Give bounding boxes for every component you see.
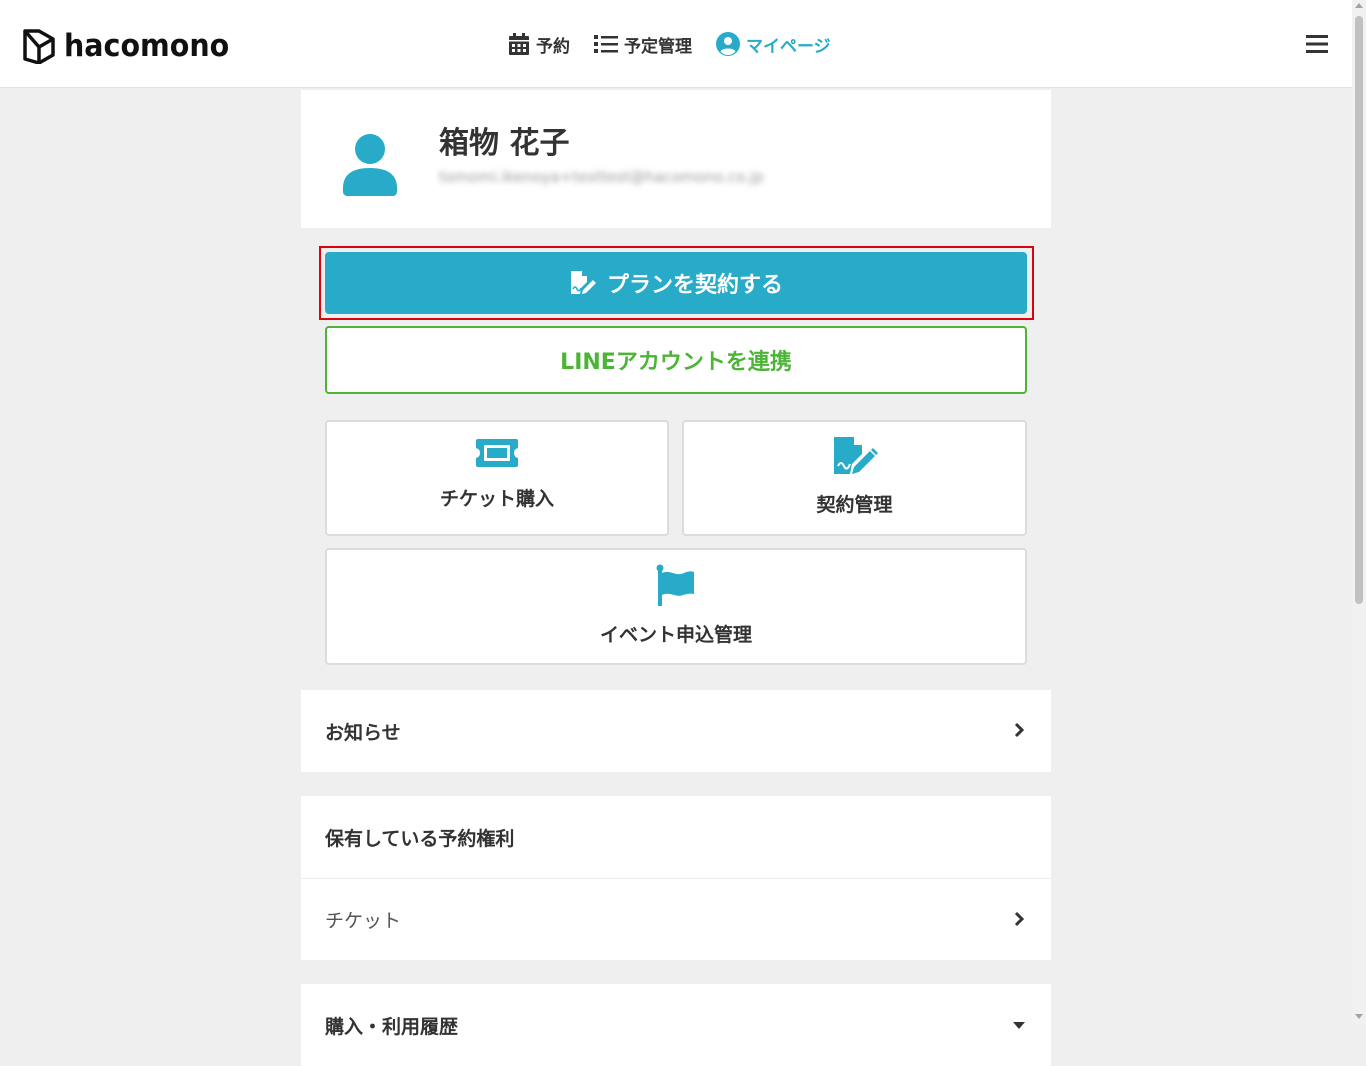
contract-plan-label: プランを契約する — [606, 273, 783, 298]
ticket-purchase-tile[interactable]: チケット購入 — [325, 420, 669, 536]
ticket-icon — [476, 439, 518, 467]
line-link-label: LINEアカウントを連携 — [560, 350, 792, 375]
history-section: 購入・利用履歴 — [301, 984, 1051, 1066]
nav-reservation-label: 予約 — [536, 36, 570, 57]
news-section: お知らせ — [301, 690, 1051, 772]
contract-management-label: 契約管理 — [816, 494, 893, 516]
scroll-up-arrow-icon[interactable] — [1355, 3, 1363, 8]
line-link-button[interactable]: LINEアカウントを連携 — [325, 326, 1027, 394]
flag-icon — [656, 564, 694, 606]
chevron-right-icon — [1014, 722, 1024, 738]
list-item-ticket[interactable]: チケット — [301, 878, 1051, 960]
ticket-purchase-label: チケット購入 — [439, 488, 554, 510]
logo-text: hacomono — [64, 28, 230, 64]
nav-mypage[interactable]: マイページ — [716, 32, 831, 57]
holdings-title-row: 保有している予約権利 — [301, 796, 1051, 878]
holdings-section: 保有している予約権利 チケット — [301, 796, 1051, 960]
holdings-title: 保有している予約権利 — [325, 827, 515, 850]
profile-card: 箱物 花子 tomomi.ikenoya+testtest@hacomono.c… — [301, 90, 1051, 228]
nav-mypage-label: マイページ — [746, 36, 831, 57]
list-icon — [594, 35, 618, 53]
hamburger-icon — [1306, 35, 1328, 53]
contract-icon — [833, 437, 878, 474]
nav-schedule[interactable]: 予定管理 — [594, 32, 692, 57]
user-name: 箱物 花子 — [439, 126, 570, 161]
event-application-label: イベント申込管理 — [599, 624, 752, 646]
event-application-tile[interactable]: イベント申込管理 — [325, 548, 1027, 665]
hacomono-logo-icon — [23, 29, 55, 64]
chevron-right-icon — [1014, 911, 1024, 927]
list-item-ticket-label: チケット — [325, 910, 402, 932]
nav-reservation[interactable]: 予約 — [508, 32, 570, 57]
history-title: 購入・利用履歴 — [325, 1015, 459, 1038]
hacomono-logo[interactable]: hacomono — [22, 26, 244, 66]
contract-plan-button[interactable]: プランを契約する — [325, 252, 1027, 314]
news-label: お知らせ — [325, 721, 401, 744]
avatar-icon — [343, 134, 397, 196]
global-nav: 予約 予定管理 マイページ — [508, 30, 855, 58]
page-scrollbar[interactable] — [1352, 0, 1366, 1024]
calendar-icon — [509, 33, 529, 55]
hamburger-menu-button[interactable] — [1305, 33, 1329, 55]
nav-schedule-label: 予定管理 — [624, 36, 692, 57]
mypage-content: 箱物 花子 tomomi.ikenoya+testtest@hacomono.c… — [301, 90, 1051, 1066]
news-row[interactable]: お知らせ — [301, 690, 1051, 772]
history-row[interactable]: 購入・利用履歴 — [301, 984, 1051, 1066]
caret-down-icon — [1013, 1022, 1025, 1029]
user-circle-icon — [716, 32, 740, 56]
scroll-thumb[interactable] — [1355, 16, 1363, 604]
app-header: hacomono 予約 予定管理 マイページ — [0, 0, 1352, 88]
contract-management-tile[interactable]: 契約管理 — [682, 420, 1027, 536]
scroll-down-arrow-icon[interactable] — [1355, 1014, 1363, 1019]
contract-icon — [570, 271, 596, 294]
user-email: tomomi.ikenoya+testtest@hacomono.co.jp — [439, 168, 764, 186]
